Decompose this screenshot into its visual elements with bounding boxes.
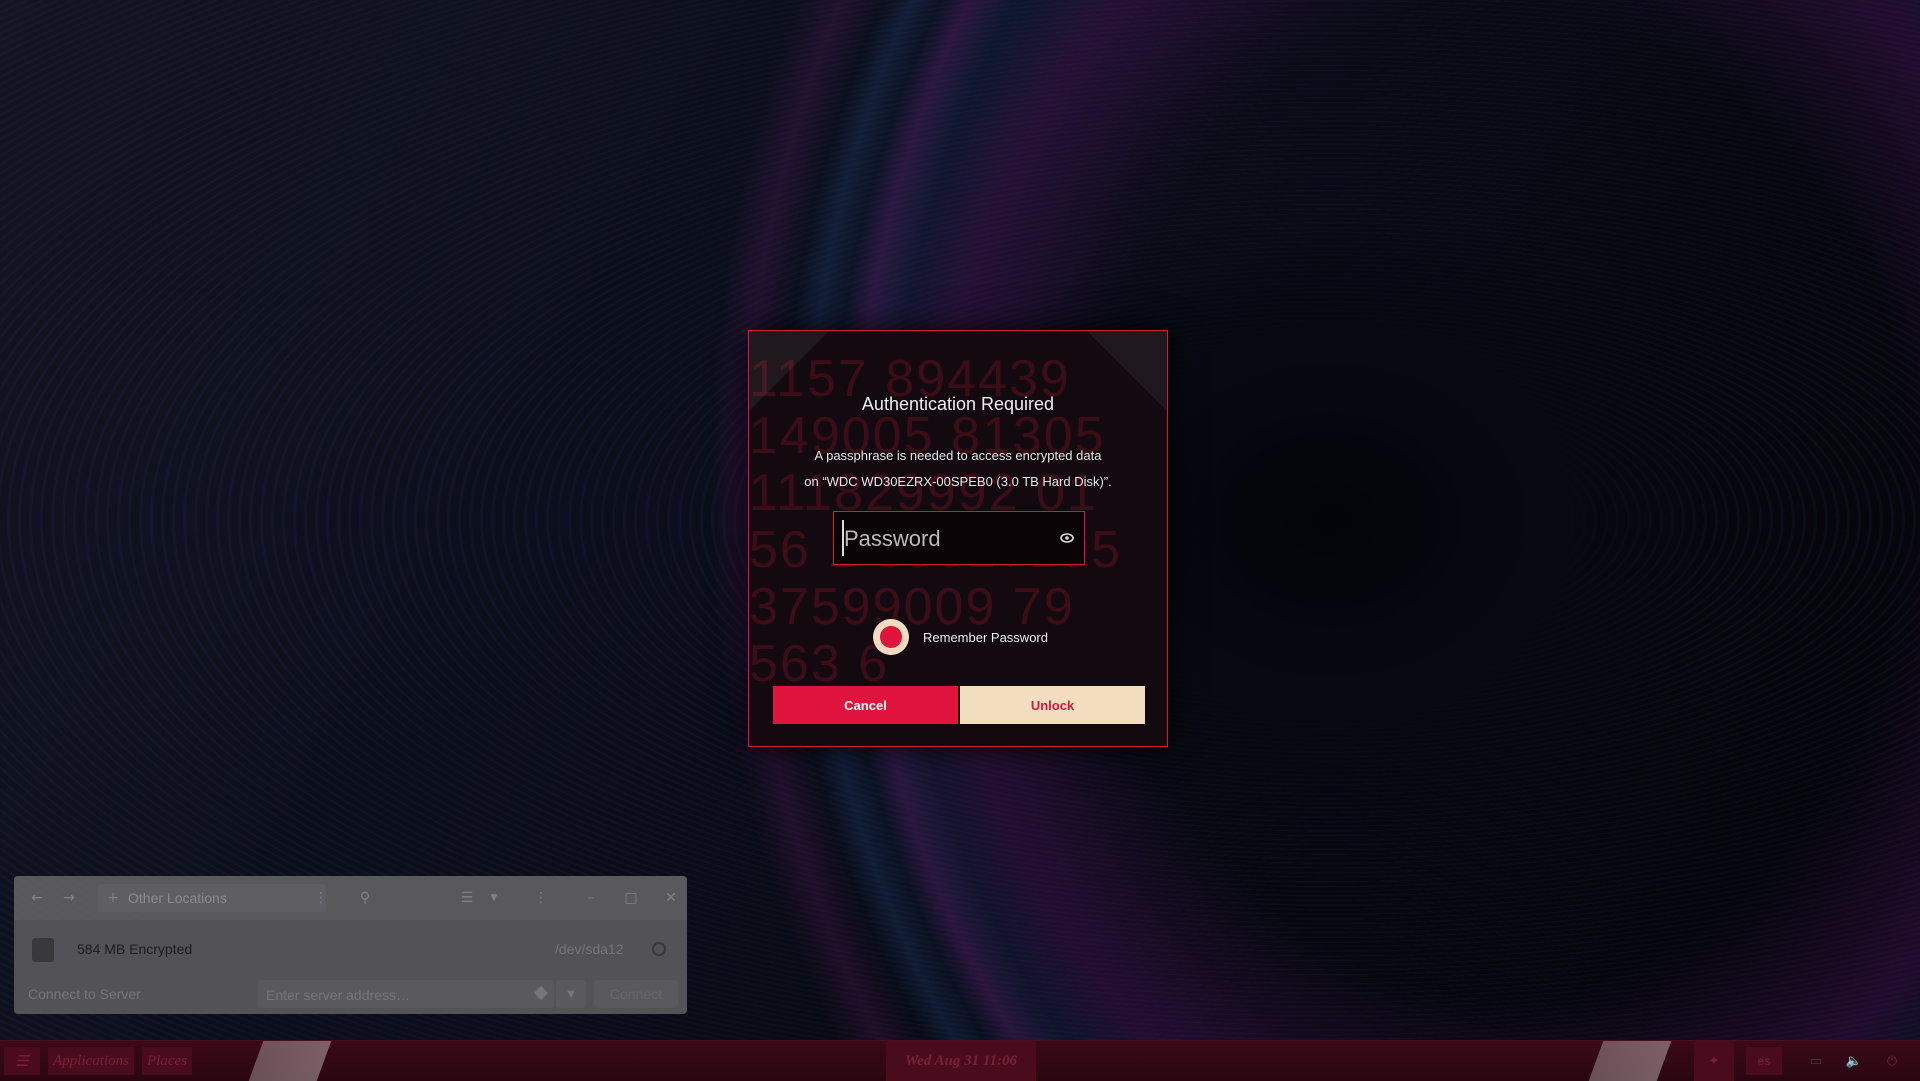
password-field[interactable] bbox=[833, 511, 1085, 566]
drive-row[interactable]: 584 MB Encrypted /dev/sda12 bbox=[14, 930, 687, 970]
view-options-chevron-icon[interactable]: ▼ bbox=[484, 884, 504, 912]
plus-icon: + bbox=[107, 890, 119, 906]
power-icon[interactable]: ⏻ bbox=[1878, 1047, 1906, 1075]
minimize-icon[interactable]: – bbox=[580, 884, 602, 912]
remember-password-label: Remember Password bbox=[923, 629, 1048, 645]
text-cursor bbox=[842, 520, 844, 556]
location-label: Other Locations bbox=[128, 890, 227, 906]
authentication-dialog: 1157 894439 149005 81305 111829992 01 56… bbox=[748, 330, 1168, 747]
location-bar[interactable]: + Other Locations bbox=[98, 884, 326, 912]
connect-button[interactable]: Connect bbox=[594, 980, 678, 1008]
drive-device: /dev/sda12 bbox=[555, 941, 624, 957]
remember-password-option[interactable]: Remember Password bbox=[873, 618, 1048, 656]
connect-to-server-label: Connect to Server bbox=[28, 986, 141, 1002]
back-arrow-icon[interactable]: ← bbox=[22, 884, 52, 912]
volume-icon[interactable]: 🔈 bbox=[1840, 1047, 1868, 1075]
taskbar-window-button[interactable] bbox=[248, 1041, 332, 1081]
taskbar-workspace-button[interactable] bbox=[1588, 1041, 1672, 1081]
show-password-eye-icon[interactable] bbox=[1060, 531, 1074, 545]
mount-icon[interactable] bbox=[652, 942, 666, 956]
drive-name: 584 MB Encrypted bbox=[77, 941, 193, 957]
remember-password-radio[interactable] bbox=[873, 619, 909, 655]
applications-menu[interactable]: Applications bbox=[48, 1047, 134, 1075]
server-address-input[interactable] bbox=[258, 980, 508, 1010]
password-input[interactable] bbox=[842, 512, 1046, 566]
radio-selected-dot bbox=[880, 626, 902, 648]
places-menu[interactable]: Places bbox=[142, 1047, 192, 1075]
location-menu-icon[interactable]: ⋮ bbox=[310, 884, 332, 912]
connect-bar: Connect to Server ▼ Connect bbox=[14, 974, 687, 1014]
close-icon[interactable]: ✕ bbox=[660, 884, 682, 912]
forward-arrow-icon[interactable]: → bbox=[54, 884, 84, 912]
file-manager-window: ← → + Other Locations ⋮ ⚲ ☰ ▼ ⋮ – □ ✕ 58… bbox=[14, 876, 687, 1014]
cancel-button[interactable]: Cancel bbox=[773, 686, 958, 724]
file-manager-header: ← → + Other Locations ⋮ ⚲ ☰ ▼ ⋮ – □ ✕ bbox=[14, 876, 687, 920]
server-address-field[interactable] bbox=[258, 980, 554, 1010]
clock[interactable]: Wed Aug 31 11:06 bbox=[886, 1041, 1036, 1081]
taskbar: ☰ Applications Places Wed Aug 31 11:06 ✦… bbox=[0, 1040, 1920, 1081]
dialog-message: A passphrase is needed to access encrypt… bbox=[749, 443, 1167, 495]
dialog-title: Authentication Required bbox=[861, 394, 1055, 414]
recent-servers-dropdown[interactable]: ▼ bbox=[556, 980, 586, 1008]
view-list-icon[interactable]: ☰ bbox=[454, 884, 480, 912]
maximize-icon[interactable]: □ bbox=[620, 884, 642, 912]
app-menu-icon[interactable]: ☰ bbox=[4, 1047, 40, 1075]
keyboard-layout-indicator[interactable]: es bbox=[1746, 1047, 1782, 1075]
drive-icon bbox=[32, 938, 54, 962]
main-menu-icon[interactable]: ⋮ bbox=[530, 884, 552, 912]
dialog-message-line1: A passphrase is needed to access encrypt… bbox=[814, 448, 1102, 463]
extensions-puzzle-icon[interactable]: ✦ bbox=[1694, 1041, 1734, 1081]
search-icon[interactable]: ⚲ bbox=[350, 884, 380, 912]
display-icon[interactable]: ▭ bbox=[1802, 1047, 1830, 1075]
dialog-message-line2: on “WDC WD30EZRX-00SPEB0 (3.0 TB Hard Di… bbox=[804, 474, 1112, 489]
unlock-button[interactable]: Unlock bbox=[960, 686, 1145, 724]
server-protocol-icon bbox=[533, 985, 549, 1001]
